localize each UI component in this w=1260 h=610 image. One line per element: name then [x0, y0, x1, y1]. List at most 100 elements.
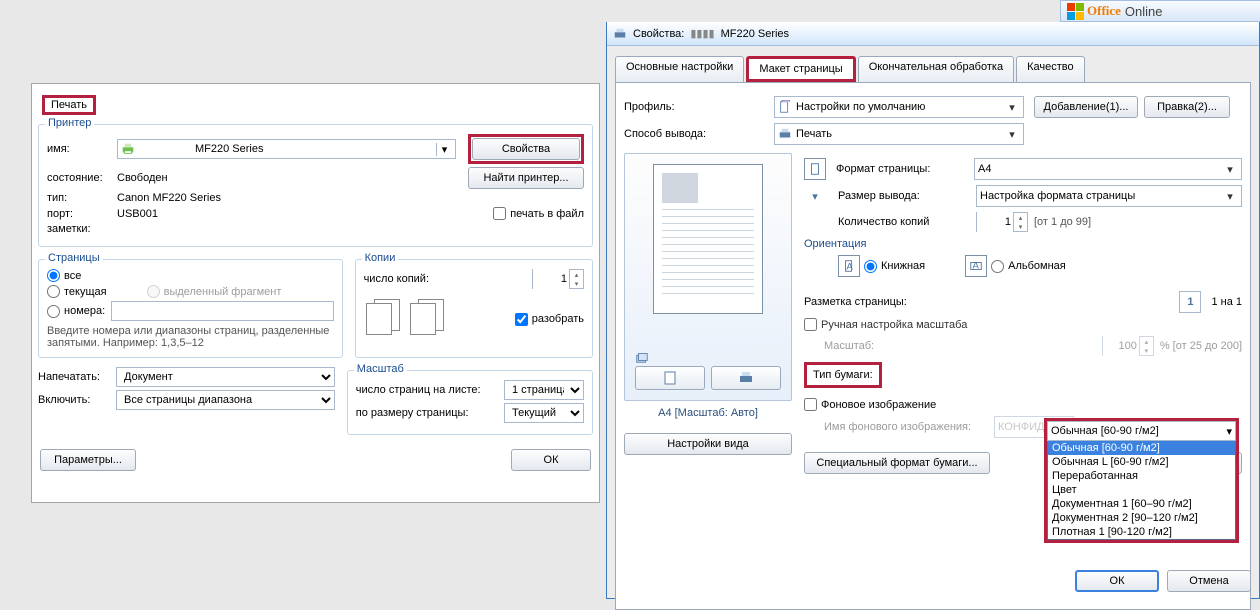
printer-properties-button[interactable]: Свойства — [472, 138, 580, 160]
properties-title-model: MF220 Series — [721, 28, 789, 40]
portrait-icon: A — [838, 255, 860, 277]
copies-label: Количество копий — [838, 216, 976, 228]
profile-add-button[interactable]: Добавление(1)... — [1034, 96, 1138, 118]
print-what-select[interactable]: Документ — [116, 367, 335, 387]
collate-icon — [408, 297, 452, 341]
manual-scale-checkbox[interactable]: Ручная настройка масштаба — [804, 318, 967, 331]
copies-spinner[interactable]: ▴▾ — [976, 212, 1028, 232]
tab-basic[interactable]: Основные настройки — [615, 56, 744, 82]
pages-all-radio[interactable]: все — [47, 269, 81, 282]
print-what-label: Напечатать: — [38, 371, 116, 383]
port-label: порт: — [47, 208, 117, 220]
orientation-portrait-radio[interactable]: Книжная — [864, 260, 925, 273]
chevron-down-icon: ▾ — [1004, 99, 1020, 115]
properties-titlebar: Свойства: ▮▮▮▮ MF220 Series — [607, 22, 1259, 46]
watermark-checkbox[interactable]: Фоновое изображение — [804, 398, 936, 411]
orientation-landscape-radio[interactable]: Альбомная — [991, 260, 1066, 273]
profile-select[interactable]: Настройки по умолчанию ▾ — [774, 96, 1024, 118]
print-parameters-button[interactable]: Параметры... — [40, 449, 136, 471]
printer-name-label: имя: — [47, 143, 117, 155]
preview-mode-page-button[interactable] — [635, 366, 705, 390]
preview-mode-printer-button[interactable] — [711, 366, 781, 390]
print-to-file-checkbox[interactable]: печать в файл — [493, 207, 584, 220]
print-ok-button[interactable]: ОК — [511, 449, 591, 471]
dropdown-icon[interactable]: ▾ — [436, 143, 452, 156]
office-online-text: Online — [1125, 4, 1163, 19]
paper-type-option[interactable]: Документная 2 [90–120 г/м2] — [1048, 511, 1235, 525]
copies-group: Копии число копий: ▴▾ разобрать — [355, 259, 593, 358]
pages-current-radio[interactable]: текущая — [47, 285, 107, 298]
page-icon — [662, 370, 678, 386]
find-printer-button[interactable]: Найти принтер... — [468, 167, 584, 189]
paper-type-option[interactable]: Плотная 1 [90-120 г/м2] — [1048, 525, 1235, 539]
page-size-select[interactable]: A4 ▾ — [974, 158, 1242, 180]
printer-icon — [778, 127, 792, 141]
scale-range: % [от 25 до 200] — [1160, 340, 1242, 352]
output-size-select[interactable]: Настройка формата страницы ▾ — [976, 185, 1242, 207]
paper-type-selected[interactable]: Обычная [60-90 г/м2] ▾ — [1047, 421, 1236, 441]
paper-type-label: Тип бумаги: — [813, 369, 873, 381]
pages-hint: Введите номера или диапазоны страниц, ра… — [47, 325, 334, 349]
output-select[interactable]: Печать ▾ — [774, 123, 1024, 145]
custom-paper-button[interactable]: Специальный формат бумаги... — [804, 452, 990, 474]
orientation-title: Ориентация — [804, 238, 1242, 250]
copies-spinner[interactable]: ▴▾ — [532, 269, 584, 289]
pages-numbers-radio[interactable]: номера: — [47, 305, 105, 318]
state-label: состояние: — [47, 172, 117, 184]
paper-type-option[interactable]: Обычная L [60-90 г/м2] — [1048, 455, 1235, 469]
office-brand: Office — [1087, 3, 1121, 19]
paper-type-option[interactable]: Цвет — [1048, 483, 1235, 497]
type-label: тип: — [47, 192, 117, 204]
port-value: USB001 — [117, 208, 158, 220]
scale-spinner: ▴▾ — [1102, 336, 1154, 356]
include-label: Включить: — [38, 394, 116, 406]
chevron-down-icon: ▾ — [1226, 425, 1232, 438]
pages-numbers-input[interactable] — [111, 301, 333, 321]
stack-icon — [635, 350, 649, 364]
paper-type-dropdown[interactable]: Обычная [60-90 г/м2] ▾ Обычная [60-90 г/… — [1044, 418, 1239, 543]
printer-icon — [738, 370, 754, 386]
pages-per-sheet-select[interactable]: 1 страница — [504, 380, 584, 400]
tab-page-layout[interactable]: Макет страницы — [746, 56, 855, 82]
svg-text:A: A — [973, 261, 980, 272]
printer-name-value: MF220 Series — [195, 143, 263, 155]
tab-quality[interactable]: Качество — [1016, 56, 1085, 82]
pages-per-sheet-label: число страниц на листе: — [356, 384, 504, 396]
print-dialog-title: Печать — [42, 95, 96, 115]
fit-select[interactable]: Текущий — [504, 403, 584, 423]
chevron-down-icon: ▾ — [1222, 161, 1238, 177]
state-value: Свободен — [117, 172, 168, 184]
collate-checkbox[interactable]: разобрать — [515, 313, 584, 326]
paper-type-option[interactable]: Документная 1 [60–90 г/м2] — [1048, 497, 1235, 511]
pages-selection-radio: выделенный фрагмент — [147, 285, 282, 298]
include-select[interactable]: Все страницы диапазона — [116, 390, 335, 410]
pages-legend: Страницы — [45, 252, 103, 264]
properties-cancel-button[interactable]: Отмена — [1167, 570, 1251, 592]
print-dialog: Принтер имя: MF220 Series ▾ Свойства сос… — [31, 83, 600, 503]
svg-text:A: A — [846, 262, 853, 273]
printer-group: Принтер имя: MF220 Series ▾ Свойства сос… — [38, 124, 593, 247]
paper-type-list: Обычная [60-90 г/м2] Обычная L [60-90 г/… — [1047, 441, 1236, 540]
profile-label: Профиль: — [624, 101, 774, 113]
page-size-label: Формат страницы: — [836, 163, 974, 175]
page-icon — [804, 158, 826, 180]
tab-finishing[interactable]: Окончательная обработка — [858, 56, 1014, 82]
view-settings-button[interactable]: Настройки вида — [624, 433, 792, 455]
collate-icon — [364, 297, 408, 341]
printer-name-select[interactable]: MF220 Series ▾ — [117, 139, 456, 159]
page-layout-value: 1 на 1 — [1211, 296, 1242, 308]
scale-group: Масштаб число страниц на листе: 1 страни… — [347, 370, 593, 435]
page-preview — [624, 153, 792, 401]
properties-ok-button[interactable]: ОК — [1075, 570, 1159, 592]
type-value: Canon MF220 Series — [117, 192, 221, 204]
scale-legend: Масштаб — [354, 363, 407, 375]
chevron-down-icon: ▾ — [1222, 188, 1238, 204]
preview-caption: A4 [Масштаб: Авто] — [624, 407, 792, 419]
paper-type-option[interactable]: Обычная [60-90 г/м2] — [1048, 441, 1235, 455]
copies-range: [от 1 до 99] — [1034, 216, 1091, 228]
paper-type-option[interactable]: Переработанная — [1048, 469, 1235, 483]
output-label: Способ вывода: — [624, 128, 774, 140]
watermark-name-label: Имя фонового изображения: — [824, 421, 994, 433]
profile-edit-button[interactable]: Правка(2)... — [1144, 96, 1230, 118]
page-layout-label: Разметка страницы: — [804, 296, 976, 308]
